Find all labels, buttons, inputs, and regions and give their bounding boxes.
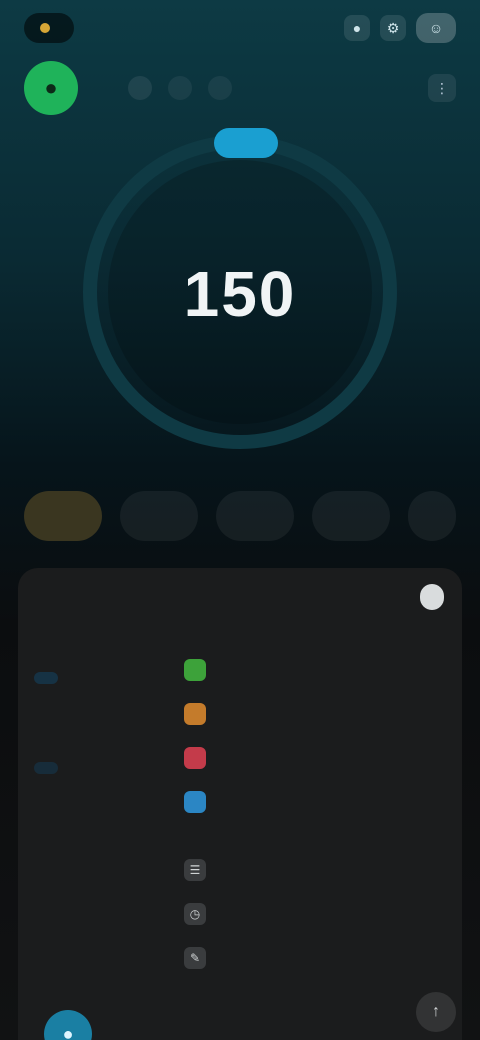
card-toggle[interactable]: [420, 584, 444, 610]
card-header: [18, 568, 462, 626]
sensor-chips: [128, 76, 232, 100]
stat-2: [34, 756, 158, 779]
sensor-chip-3[interactable]: [208, 76, 232, 100]
sensor-row: ● ⋮: [24, 60, 456, 116]
sensor-chip-1[interactable]: [128, 76, 152, 100]
top-icons: ● ⚙ ☺: [344, 13, 456, 43]
stats-column: ●: [18, 626, 170, 1040]
menu-icon[interactable]: ⋮: [428, 74, 456, 102]
legend-action[interactable]: ◷: [184, 896, 454, 932]
range-button-3[interactable]: [216, 491, 294, 541]
glucose-value: 150: [183, 258, 297, 330]
legend-item: [184, 784, 454, 820]
legend-item: [184, 696, 454, 732]
scroll-top-button[interactable]: ↑: [416, 992, 456, 1032]
legend-item: [184, 740, 454, 776]
list-icon: ☰: [184, 859, 206, 881]
legend-swatch: [184, 659, 206, 681]
stat-badge: [34, 762, 58, 774]
legend-swatch: [184, 791, 206, 813]
gear-icon[interactable]: ⚙: [380, 15, 406, 41]
avatar[interactable]: ●: [44, 1010, 92, 1040]
stat-badge: [34, 672, 58, 684]
legend-swatch: [184, 703, 206, 725]
range-button-2[interactable]: [120, 491, 198, 541]
status-dot: [40, 23, 50, 33]
legend-action[interactable]: ✎: [184, 940, 454, 976]
legend: ☰ ◷ ✎: [184, 652, 454, 984]
legend-action[interactable]: ☰: [184, 852, 454, 888]
range-button-5[interactable]: [408, 491, 456, 541]
range-button-1[interactable]: [24, 491, 102, 541]
range-button-4[interactable]: [312, 491, 390, 541]
stat-4: [34, 910, 158, 914]
stat-1: [34, 666, 158, 689]
legend-swatch: [184, 747, 206, 769]
user-pill[interactable]: [24, 13, 74, 43]
legend-item: [184, 652, 454, 688]
stats-card: ● ☰ ◷ ✎: [18, 568, 462, 1040]
pen-icon: ✎: [184, 947, 206, 969]
top-bar: ● ⚙ ☺: [0, 0, 480, 56]
range-selector: [24, 486, 480, 546]
clock-icon: ◷: [184, 903, 206, 925]
trend-badge: [214, 128, 278, 158]
profile-icon[interactable]: ☺: [416, 13, 456, 43]
bell-icon[interactable]: ●: [344, 15, 370, 41]
stat-3: [34, 842, 158, 846]
sensor-chip-2[interactable]: [168, 76, 192, 100]
drop-icon[interactable]: ●: [24, 61, 78, 115]
legend-gap: [184, 828, 454, 852]
